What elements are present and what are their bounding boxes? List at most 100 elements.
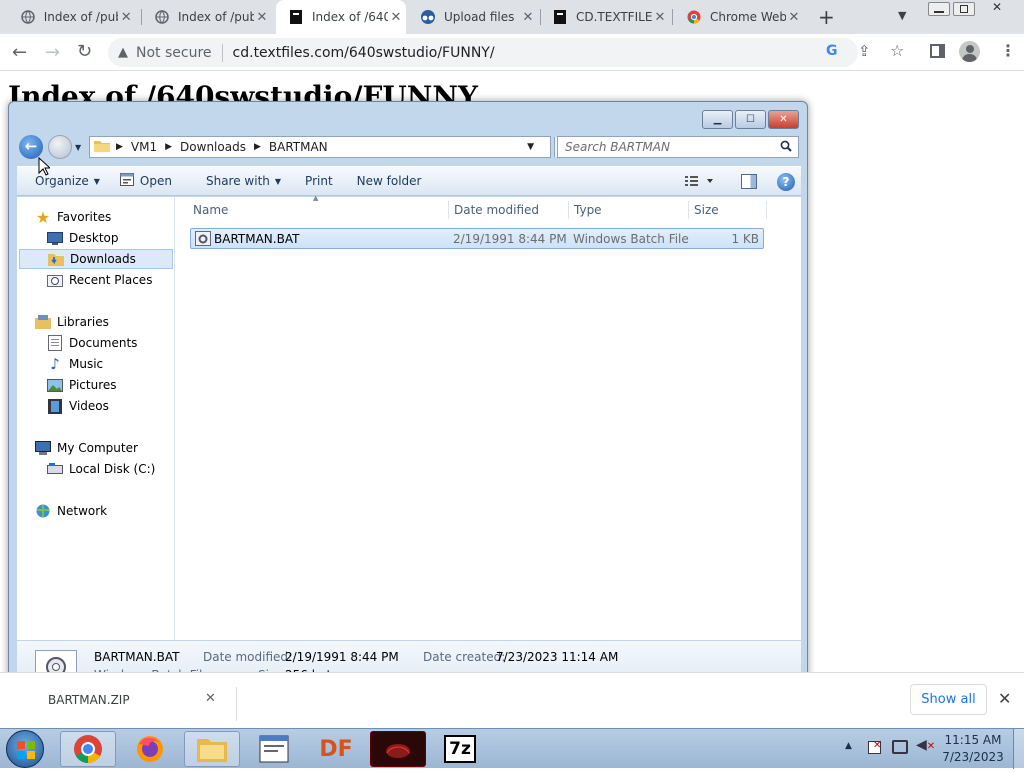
open-app-icon <box>119 173 134 189</box>
open-button[interactable]: Open <box>110 167 182 195</box>
help-icon[interactable]: ? <box>777 173 795 191</box>
new-folder-button[interactable]: New folder <box>343 167 432 195</box>
restore-button[interactable] <box>953 2 975 16</box>
sidebar-item-my-computer[interactable]: My Computer <box>35 438 138 458</box>
libraries-icon <box>35 314 51 330</box>
taskbar-df[interactable]: DF <box>308 731 364 767</box>
tab-cd-textfiles[interactable]: CD.TEXTFILES ✕ <box>540 0 670 34</box>
explorer-forward-icon[interactable] <box>48 135 72 159</box>
forward-arrow-icon[interactable]: → <box>45 42 60 63</box>
close-icon[interactable]: ✕ <box>118 10 134 25</box>
share-with-button[interactable]: Share with ▼ <box>182 167 291 195</box>
taskbar-notepad[interactable] <box>246 731 302 767</box>
organize-button[interactable]: Organize ▼ <box>17 167 110 195</box>
show-all-button[interactable]: Show all <box>910 684 987 715</box>
taskbar-chrome[interactable] <box>60 731 116 767</box>
star-icon[interactable]: ☆ <box>890 41 904 60</box>
chevron-down-icon[interactable]: ✕ <box>205 691 216 706</box>
column-header-type[interactable]: Type <box>574 197 602 223</box>
breadcrumb-downloads[interactable]: Downloads <box>180 140 246 154</box>
sidebar-item-favorites[interactable]: ★ Favorites <box>35 207 111 227</box>
download-file-name[interactable]: BARTMAN.ZIP <box>48 693 130 707</box>
reload-icon[interactable]: ↻ <box>77 41 92 62</box>
column-header-date-modified[interactable]: Date modified <box>454 197 539 223</box>
details-modified-value: 2/19/1991 8:44 PM <box>285 650 399 664</box>
close-icon[interactable]: ✕ <box>254 10 270 25</box>
action-center-icon[interactable]: ✕ <box>868 740 881 754</box>
command-bar: Organize ▼ Open Share with ▼ Print New fol… <box>17 166 801 196</box>
sidebar-item-downloads[interactable]: Downloads <box>19 249 173 269</box>
share-icon[interactable]: ⇪ <box>858 42 871 60</box>
print-button[interactable]: Print <box>291 167 343 195</box>
table-row[interactable]: BARTMAN.BAT 2/19/1991 8:44 PM Windows Ba… <box>190 228 764 249</box>
chevron-right-icon[interactable]: ▶ <box>254 142 261 152</box>
breadcrumb-bartman[interactable]: BARTMAN <box>269 140 328 154</box>
start-button[interactable] <box>6 730 44 768</box>
sidebar-item-documents[interactable]: Documents <box>47 333 137 353</box>
preview-pane-icon[interactable] <box>741 174 757 189</box>
taskbar-7zip[interactable]: 7z <box>432 731 488 767</box>
close-icon[interactable]: ✕ <box>520 10 536 25</box>
textfiles-icon <box>288 9 304 25</box>
explorer-maximize-button[interactable]: ☐ <box>735 110 766 129</box>
explorer-address-bar[interactable]: ▶ VM1 ▶ Downloads ▶ BARTMAN ▼ ⇆ <box>89 136 576 158</box>
sidebar-item-videos[interactable]: Videos <box>47 396 109 416</box>
tab-chrome-web-store[interactable]: Chrome Web ✕ <box>674 0 804 34</box>
chevron-down-icon[interactable]: ▼ <box>527 142 534 152</box>
tab-index-pub-2[interactable]: Index of /pub ✕ <box>142 0 272 34</box>
volume-muted-icon[interactable]: ◀✕ <box>916 737 935 753</box>
chevron-down-icon[interactable]: ▼ <box>898 9 906 22</box>
details-modified-label: Date modified: <box>203 650 293 664</box>
explorer-close-button[interactable]: ✕ <box>768 110 799 129</box>
profile-icon[interactable] <box>959 41 980 62</box>
taskbar-explorer[interactable] <box>184 731 240 767</box>
close-window-button[interactable]: ✕ <box>982 0 1012 16</box>
minimize-button[interactable] <box>928 2 950 16</box>
menu-icon[interactable]: ⋮ <box>1000 41 1016 60</box>
chevron-right-icon[interactable]: ▶ <box>165 142 172 152</box>
taskbar-firefox[interactable] <box>122 731 178 767</box>
close-icon[interactable]: ✕ <box>786 10 802 25</box>
network-icon <box>35 503 51 519</box>
show-hidden-icons-icon[interactable]: ▲ <box>845 741 852 751</box>
sidebar-item-libraries[interactable]: Libraries <box>35 312 109 332</box>
folder-icon <box>94 139 110 155</box>
network-tray-icon[interactable] <box>892 740 908 754</box>
side-panel-icon[interactable] <box>930 44 945 58</box>
sidebar-item-local-disk[interactable]: Local Disk (C:) <box>47 459 155 479</box>
explorer-back-icon[interactable]: ← <box>19 135 43 159</box>
search-icon[interactable] <box>780 140 792 155</box>
close-icon[interactable]: ✕ <box>998 689 1011 708</box>
tab-upload-files[interactable]: Upload files ✕ <box>408 0 538 34</box>
sidebar-item-recent-places[interactable]: Recent Places <box>47 270 152 290</box>
taskbar-game[interactable] <box>370 731 426 767</box>
sidebar-item-music[interactable]: ♪ Music <box>47 354 103 374</box>
recent-pages-chevron-icon[interactable]: ▼ <box>75 143 81 152</box>
not-secure-label[interactable]: Not secure <box>136 45 212 61</box>
file-type: Windows Batch File <box>573 232 689 246</box>
game-icon <box>386 744 410 758</box>
sidebar-item-network[interactable]: Network <box>35 501 107 521</box>
new-tab-plus-icon[interactable]: + <box>818 5 836 29</box>
taskbar-time[interactable]: 11:15 AM <box>938 733 1008 747</box>
url-text[interactable]: cd.textfiles.com/640swstudio/FUNNY/ <box>233 45 495 61</box>
search-input[interactable]: Search BARTMAN <box>557 136 799 158</box>
explorer-minimize-button[interactable]: ▁ <box>702 110 733 129</box>
close-icon[interactable]: ✕ <box>652 10 668 25</box>
breadcrumb-vm1[interactable]: VM1 <box>131 140 157 154</box>
close-icon[interactable]: ✕ <box>388 10 404 25</box>
sidebar-item-pictures[interactable]: Pictures <box>47 375 117 395</box>
sidebar-item-desktop[interactable]: Desktop <box>47 228 119 248</box>
taskbar-date[interactable]: 7/23/2023 <box>938 750 1008 764</box>
address-bar[interactable]: ▲ Not secure cd.textfiles.com/640swstudi… <box>108 38 858 67</box>
tab-index-pub-1[interactable]: Index of /pub ✕ <box>8 0 134 34</box>
view-options-icon[interactable] <box>685 174 715 191</box>
tab-index-640[interactable]: Index of /640 ✕ <box>276 0 406 34</box>
column-header-size[interactable]: Size <box>694 197 719 223</box>
chevron-right-icon[interactable]: ▶ <box>116 142 123 152</box>
show-desktop-button[interactable] <box>1013 729 1024 769</box>
warning-icon[interactable]: ▲ <box>118 45 128 60</box>
column-header-name[interactable]: Name <box>193 197 228 223</box>
back-arrow-icon[interactable]: ← <box>12 42 27 63</box>
google-icon[interactable]: G <box>826 43 838 59</box>
